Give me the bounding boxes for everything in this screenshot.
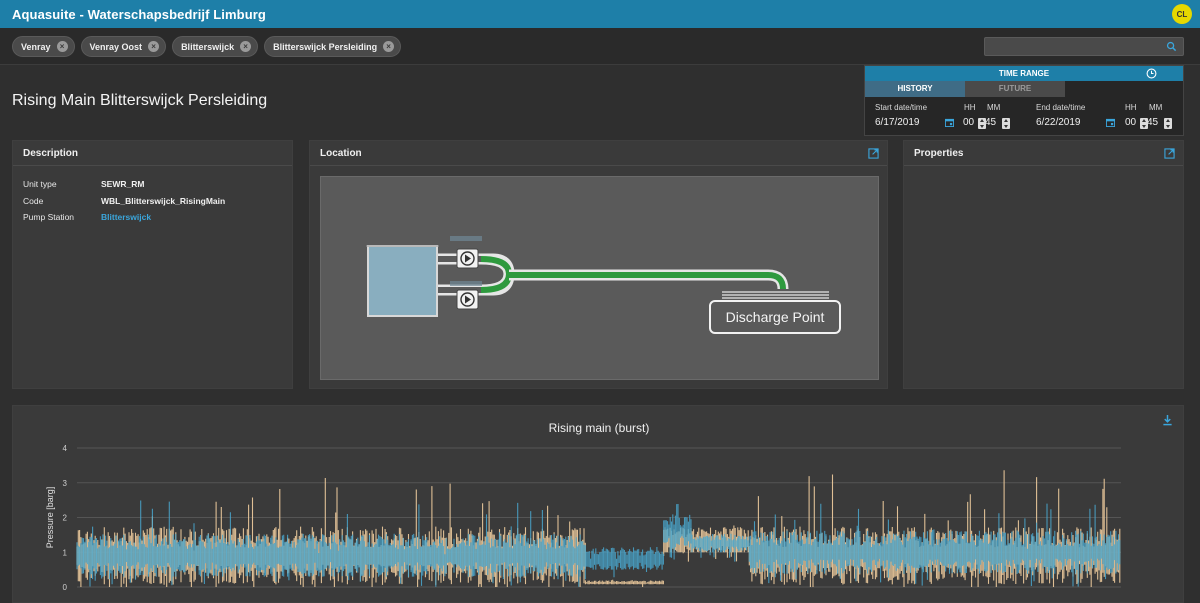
- y-tick-label: 3: [63, 479, 68, 488]
- end-date-input[interactable]: 6/22/2019: [1036, 117, 1081, 128]
- description-panel: Description Unit type SEWR_RM Code WBL_B…: [12, 140, 293, 389]
- y-tick-label: 4: [63, 444, 68, 453]
- location-header: Location: [310, 141, 887, 166]
- start-hh-label: HH: [964, 103, 976, 112]
- end-hh-stepper[interactable]: [1140, 118, 1148, 129]
- filter-chip[interactable]: Blitterswijck ×: [172, 36, 259, 57]
- pump-icon: [456, 248, 479, 269]
- open-external-icon[interactable]: [1164, 148, 1175, 159]
- remove-chip-icon[interactable]: ×: [148, 41, 160, 52]
- chip-label: Venray: [21, 41, 51, 52]
- unit-type-value: SEWR_RM: [101, 179, 145, 189]
- start-mm-stepper[interactable]: [1002, 118, 1010, 129]
- pump-icon: [456, 289, 479, 310]
- code-label: Code: [23, 196, 44, 206]
- end-hh-label: HH: [1125, 103, 1137, 112]
- time-range-panel: TIME RANGE HISTORY FUTURE Start date/tim…: [864, 65, 1184, 136]
- chip-label: Blitterswijck: [181, 41, 235, 52]
- end-hh-input[interactable]: 00: [1125, 117, 1136, 128]
- properties-panel: Properties: [903, 140, 1184, 389]
- user-avatar[interactable]: CL: [1172, 4, 1192, 24]
- y-tick-label: 2: [63, 514, 68, 523]
- description-header: Description: [13, 141, 292, 166]
- filter-chips: Venray × Venray Oost × Blitterswijck × Blit…: [12, 36, 402, 57]
- time-range-header: TIME RANGE: [865, 66, 1183, 81]
- page-title: Rising Main Blitterswijck Persleiding: [12, 92, 268, 109]
- remove-chip-icon[interactable]: ×: [56, 41, 68, 52]
- search-input[interactable]: [984, 37, 1184, 56]
- end-mm-stepper[interactable]: [1164, 118, 1172, 129]
- end-mm-input[interactable]: 45: [1147, 117, 1158, 128]
- clock-icon[interactable]: [1146, 68, 1157, 79]
- location-title: Location: [320, 148, 362, 159]
- end-mm-label: MM: [1149, 103, 1163, 112]
- time-range-title: TIME RANGE: [998, 69, 1050, 78]
- wet-well-tank: [367, 245, 438, 317]
- start-mm-input[interactable]: 45: [985, 117, 996, 128]
- chip-label: Blitterswijck Persleiding: [273, 41, 378, 52]
- start-date-label: Start date/time: [875, 103, 928, 112]
- y-tick-label: 1: [63, 548, 68, 557]
- location-diagram: Discharge Point: [320, 176, 879, 380]
- remove-chip-icon[interactable]: ×: [240, 41, 252, 52]
- time-range-tabs: HISTORY FUTURE: [865, 81, 1183, 97]
- start-mm-label: MM: [987, 103, 1001, 112]
- start-hh-input[interactable]: 00: [963, 117, 974, 128]
- end-date-label: End date/time: [1036, 103, 1086, 112]
- start-hh-stepper[interactable]: [978, 118, 986, 129]
- y-axis-label: Pressure [barg]: [45, 487, 55, 549]
- app-header: Aquasuite - Waterschapsbedrijf Limburg C…: [0, 0, 1200, 28]
- series-line: [76, 470, 1121, 587]
- location-panel: Location Discharge Point: [309, 140, 888, 389]
- pump-station-label: Pump Station: [23, 212, 75, 222]
- properties-title: Properties: [914, 148, 964, 159]
- app-title: Aquasuite - Waterschapsbedrijf Limburg: [12, 6, 266, 22]
- pump-station-link[interactable]: Blitterswijck: [101, 212, 151, 222]
- pressure-chart: 0 1 2 3 4 Pressure [barg]: [45, 444, 1121, 592]
- discharge-point-label: Discharge Point: [726, 309, 825, 325]
- chip-label: Venray Oost: [89, 41, 143, 52]
- code-value: WBL_Blitterswijck_RisingMain: [101, 196, 226, 206]
- open-external-icon[interactable]: [868, 148, 879, 159]
- start-date-input[interactable]: 6/17/2019: [875, 117, 920, 128]
- unit-type-label: Unit type: [23, 179, 57, 189]
- calendar-icon[interactable]: [1106, 118, 1115, 127]
- remove-chip-icon[interactable]: ×: [383, 41, 395, 52]
- search-icon[interactable]: [1166, 41, 1177, 52]
- chart-panel: Rising main (burst) 0 1 2 3 4 Pressure [barg]: [12, 405, 1184, 603]
- series-trace: [76, 470, 1121, 587]
- calendar-icon[interactable]: [945, 118, 954, 127]
- tab-history[interactable]: HISTORY: [865, 81, 965, 97]
- filter-bar: Venray × Venray Oost × Blitterswijck × Blit…: [0, 28, 1200, 65]
- filter-chip[interactable]: Venray ×: [12, 36, 75, 57]
- y-tick-label: 0: [63, 583, 68, 592]
- tab-future[interactable]: FUTURE: [965, 81, 1065, 97]
- pump-schematic: Discharge Point: [366, 236, 841, 334]
- filter-chip[interactable]: Blitterswijck Persleiding ×: [264, 36, 402, 57]
- filter-chip[interactable]: Venray Oost ×: [80, 36, 167, 57]
- properties-header: Properties: [904, 141, 1183, 166]
